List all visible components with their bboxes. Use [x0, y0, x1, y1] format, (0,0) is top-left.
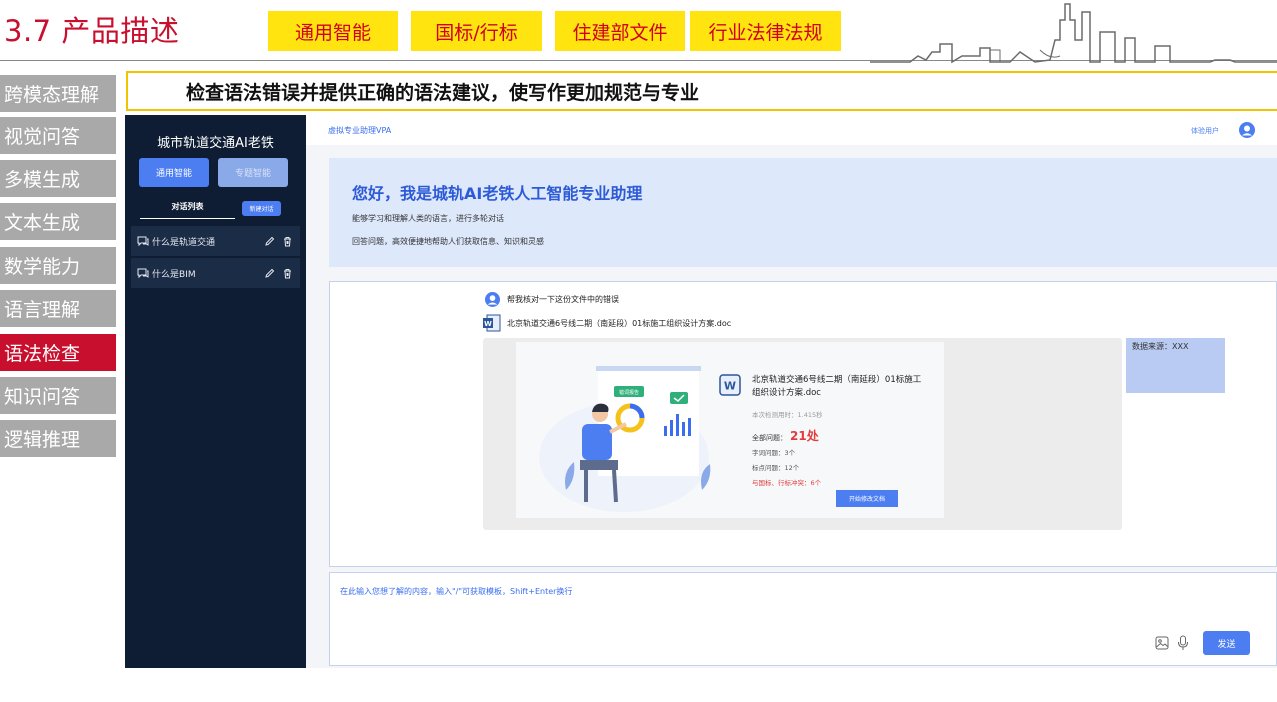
attached-file-name: 北京轨道交通6号线二期（南延段）01标施工组织设计方案.doc	[507, 318, 732, 328]
tag-general-ai: 通用智能	[268, 11, 398, 51]
message-input-placeholder[interactable]: 在此输入您想了解的内容，输入"/"可获取模板，Shift+Enter换行	[340, 586, 572, 597]
app-sidebar: 城市轨道交通AI老铁 通用智能 专题智能 对话列表 新建对话 什么是轨道交通 什…	[125, 115, 306, 668]
total-issues-value: 21处	[790, 429, 819, 443]
conversation-title: 什么是BIM	[152, 269, 196, 280]
tag-national-standards: 国标/行标	[411, 11, 542, 51]
chat-bubble-icon	[137, 268, 149, 279]
nav-item-logic-reasoning[interactable]: 逻辑推理	[0, 420, 116, 457]
user-avatar-icon[interactable]	[1239, 122, 1255, 138]
check-result-card: 错词报告 W 北京轨道交通6号线二期（南延段）01标施工组织设计方案.doc 本…	[483, 338, 1122, 530]
delete-icon[interactable]	[282, 268, 293, 279]
word-doc-icon: W	[719, 374, 741, 396]
nav-item-math[interactable]: 数学能力	[0, 247, 116, 284]
check-result-inner: 错词报告 W 北京轨道交通6号线二期（南延段）01标施工组织设计方案.doc 本…	[516, 342, 944, 518]
punctuation-issues: 标点问题：12个	[752, 464, 800, 472]
edit-icon[interactable]	[264, 268, 275, 279]
message-input-area[interactable]: 在此输入您想了解的内容，输入"/"可获取模板，Shift+Enter换行 发送	[329, 572, 1277, 666]
word-doc-icon: W	[483, 314, 501, 332]
feature-banner: 检查语法错误并提供正确的语法建议，使写作更加规范与专业	[126, 71, 1277, 111]
nav-item-multimodal-generation[interactable]: 多模生成	[0, 160, 116, 197]
app-main: 虚拟专业助理VPA 体验用户 您好，我是城轨AI老铁人工智能专业助理 能够学习和…	[306, 115, 1277, 668]
general-mode-button[interactable]: 通用智能	[139, 158, 209, 187]
nav-item-cross-modal[interactable]: 跨模态理解	[0, 75, 116, 112]
conversation-item[interactable]: 什么是轨道交通	[131, 226, 300, 256]
edit-icon[interactable]	[264, 236, 275, 247]
new-conversation-button[interactable]: 新建对话	[242, 201, 281, 216]
user-message-text: 帮我核对一下这份文件中的错误	[507, 295, 619, 304]
conversation-list-tab[interactable]: 对话列表	[140, 201, 235, 219]
detection-time: 本次检测用时：1.415秒	[752, 411, 823, 419]
special-mode-button[interactable]: 专题智能	[218, 158, 288, 187]
chat-panel: 帮我核对一下这份文件中的错误 W 北京轨道交通6号线二期（南延段）01标施工组织…	[329, 281, 1277, 567]
app-brand: 虚拟专业助理VPA	[328, 126, 392, 135]
app-window: 城市轨道交通AI老铁 通用智能 专题智能 对话列表 新建对话 什么是轨道交通 什…	[125, 115, 1277, 668]
nav-item-knowledge-qa[interactable]: 知识问答	[0, 377, 116, 414]
nav-item-visual-qa[interactable]: 视觉问答	[0, 117, 116, 154]
app-topbar: 虚拟专业助理VPA 体验用户	[306, 115, 1277, 145]
user-label[interactable]: 体验用户	[1191, 126, 1219, 136]
word-issues: 字词问题：3个	[752, 449, 796, 457]
city-skyline-decoration	[870, 3, 1277, 64]
report-illustration: 错词报告	[539, 366, 711, 512]
start-fixing-button[interactable]: 开始修改文档	[836, 490, 898, 507]
total-issues-label: 全部问题：	[752, 434, 787, 442]
welcome-panel: 您好，我是城轨AI老铁人工智能专业助理 能够学习和理解人类的语言，进行多轮对话 …	[329, 158, 1277, 267]
svg-text:W: W	[484, 320, 492, 328]
microphone-icon[interactable]	[1177, 635, 1189, 651]
data-source-note: 数据来源：XXX	[1126, 338, 1225, 393]
tag-ministry-documents: 住建部文件	[555, 11, 685, 51]
checked-document-name: 北京轨道交通6号线二期（南延段）01标施工组织设计方案.doc	[752, 375, 922, 398]
total-issues: 全部问题： 21处	[752, 427, 819, 444]
app-name: 城市轨道交通AI老铁	[157, 136, 274, 151]
welcome-title: 您好，我是城轨AI老铁人工智能专业助理	[352, 184, 643, 203]
conversation-item[interactable]: 什么是BIM	[131, 258, 300, 288]
svg-text:错词报告: 错词报告	[619, 389, 639, 396]
image-upload-icon[interactable]	[1155, 636, 1169, 650]
nav-item-grammar-check[interactable]: 语法检查	[0, 334, 116, 371]
welcome-line-1: 能够学习和理解人类的语言，进行多轮对话	[352, 214, 504, 223]
user-message: 帮我核对一下这份文件中的错误	[485, 292, 619, 307]
nav-item-text-generation[interactable]: 文本生成	[0, 203, 116, 240]
user-avatar-icon	[485, 292, 500, 307]
delete-icon[interactable]	[282, 236, 293, 247]
nav-item-language-understanding[interactable]: 语言理解	[0, 290, 116, 327]
standard-conflicts: 与国标、行标冲突：6个	[752, 479, 822, 487]
svg-text:W: W	[724, 380, 736, 393]
slide-title: 3.7 产品描述	[4, 14, 180, 48]
send-button[interactable]: 发送	[1203, 631, 1250, 655]
tag-industry-laws: 行业法律法规	[690, 11, 841, 51]
conversation-title: 什么是轨道交通	[152, 237, 216, 248]
chat-bubble-icon	[137, 236, 149, 247]
welcome-line-2: 回答问题，高效便捷地帮助人们获取信息、知识和灵感	[352, 237, 544, 246]
attached-file[interactable]: W 北京轨道交通6号线二期（南延段）01标施工组织设计方案.doc	[483, 314, 731, 332]
